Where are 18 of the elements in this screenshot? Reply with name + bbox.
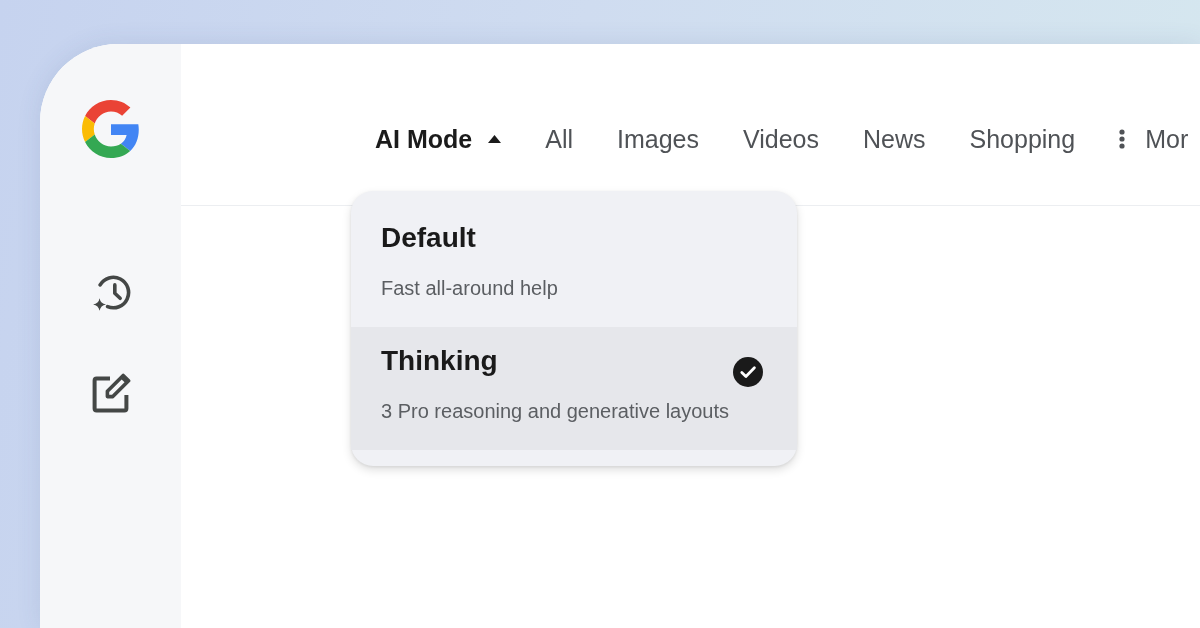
option-title: Thinking xyxy=(381,344,499,378)
option-description: 3 Pro reasoning and generative layouts xyxy=(381,399,730,424)
more-vert-icon xyxy=(1119,128,1126,149)
more-tab[interactable]: Mor xyxy=(1119,122,1189,155)
mode-dropdown-tab[interactable]: AI Mode xyxy=(375,122,502,155)
search-tab[interactable]: Shopping xyxy=(969,122,1076,155)
option-description: Fast all-around help xyxy=(381,276,559,301)
search-tab[interactable]: Videos xyxy=(743,122,819,155)
edit-square-icon xyxy=(90,373,131,413)
google-logo xyxy=(81,100,140,158)
mode-option[interactable]: Thinking 3 Pro reasoning and generative layouts xyxy=(351,327,797,450)
check-circle-icon xyxy=(733,357,763,387)
search-tab[interactable]: All xyxy=(545,122,573,155)
mode-option[interactable]: Default Fast all-around help xyxy=(351,204,797,327)
option-title: Default xyxy=(381,221,477,255)
search-tab[interactable]: News xyxy=(863,122,926,155)
search-tab[interactable]: Images xyxy=(617,122,699,155)
new-chat-button[interactable] xyxy=(90,373,131,413)
